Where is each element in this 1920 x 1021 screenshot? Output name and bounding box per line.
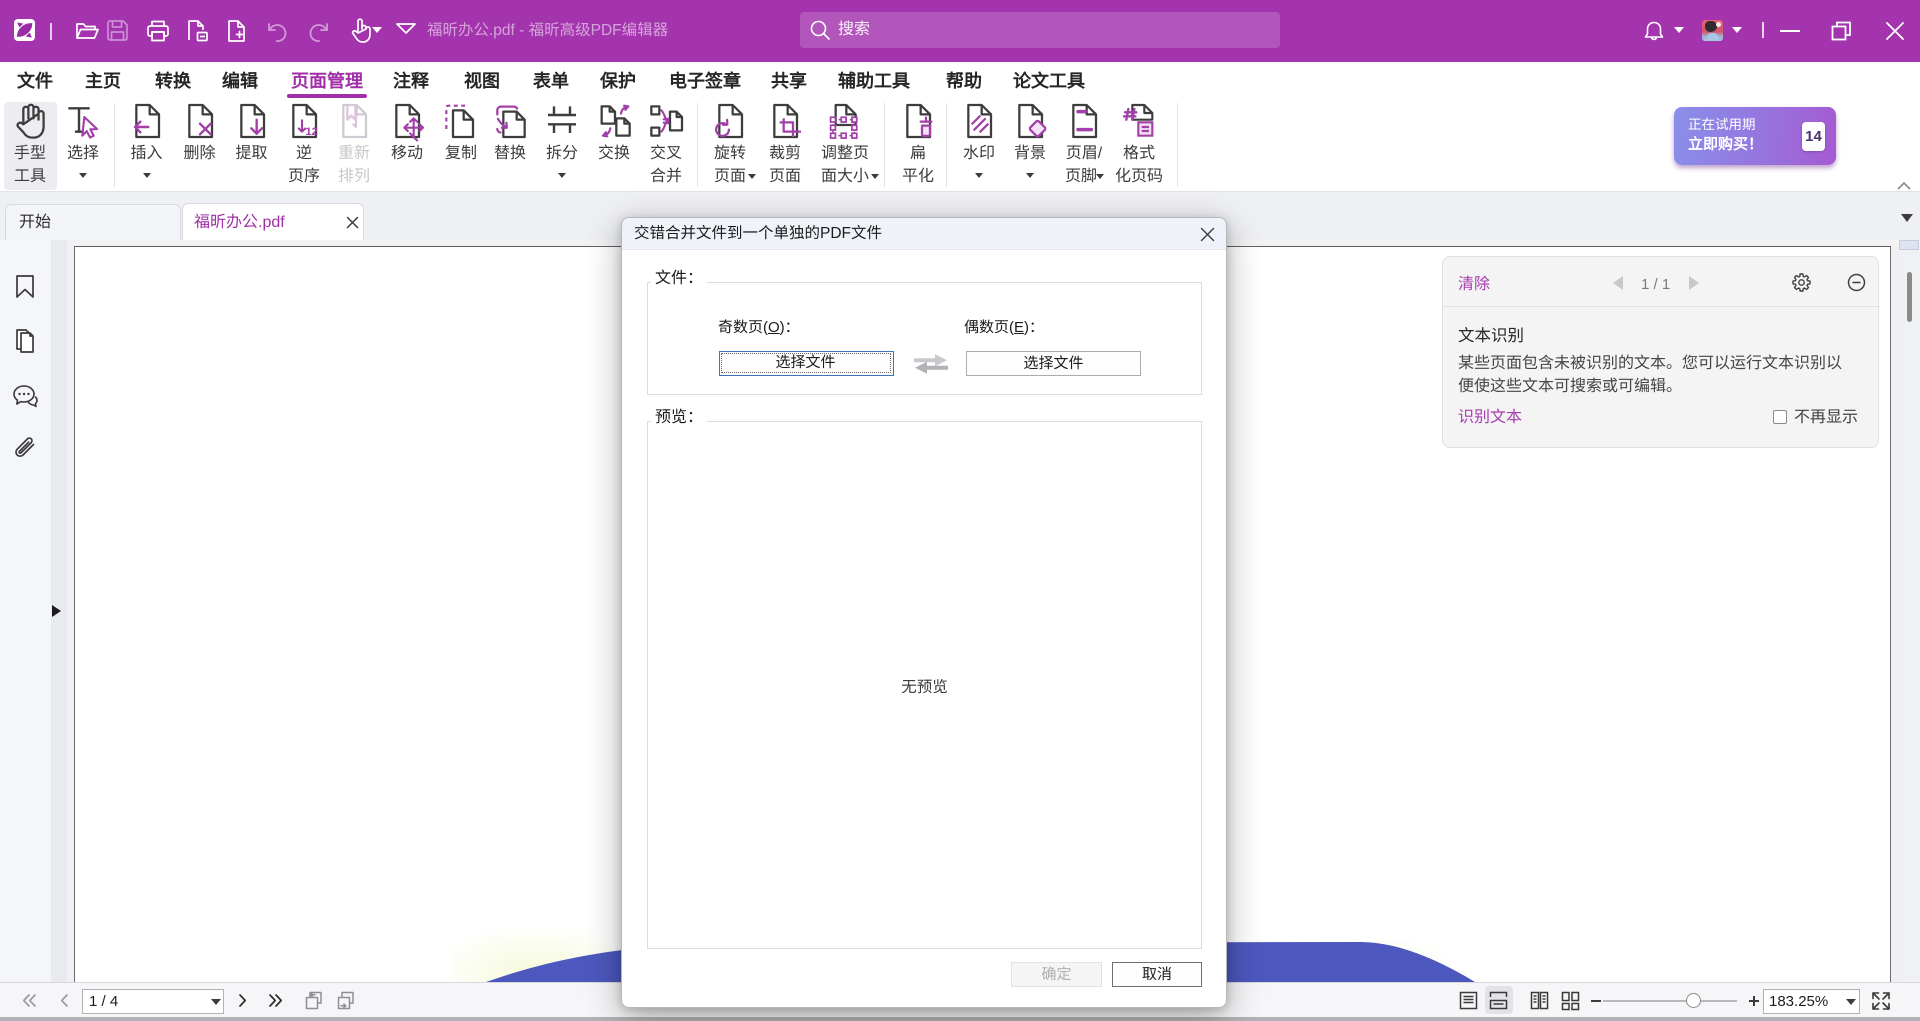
svg-text:12: 12 [305, 126, 318, 138]
